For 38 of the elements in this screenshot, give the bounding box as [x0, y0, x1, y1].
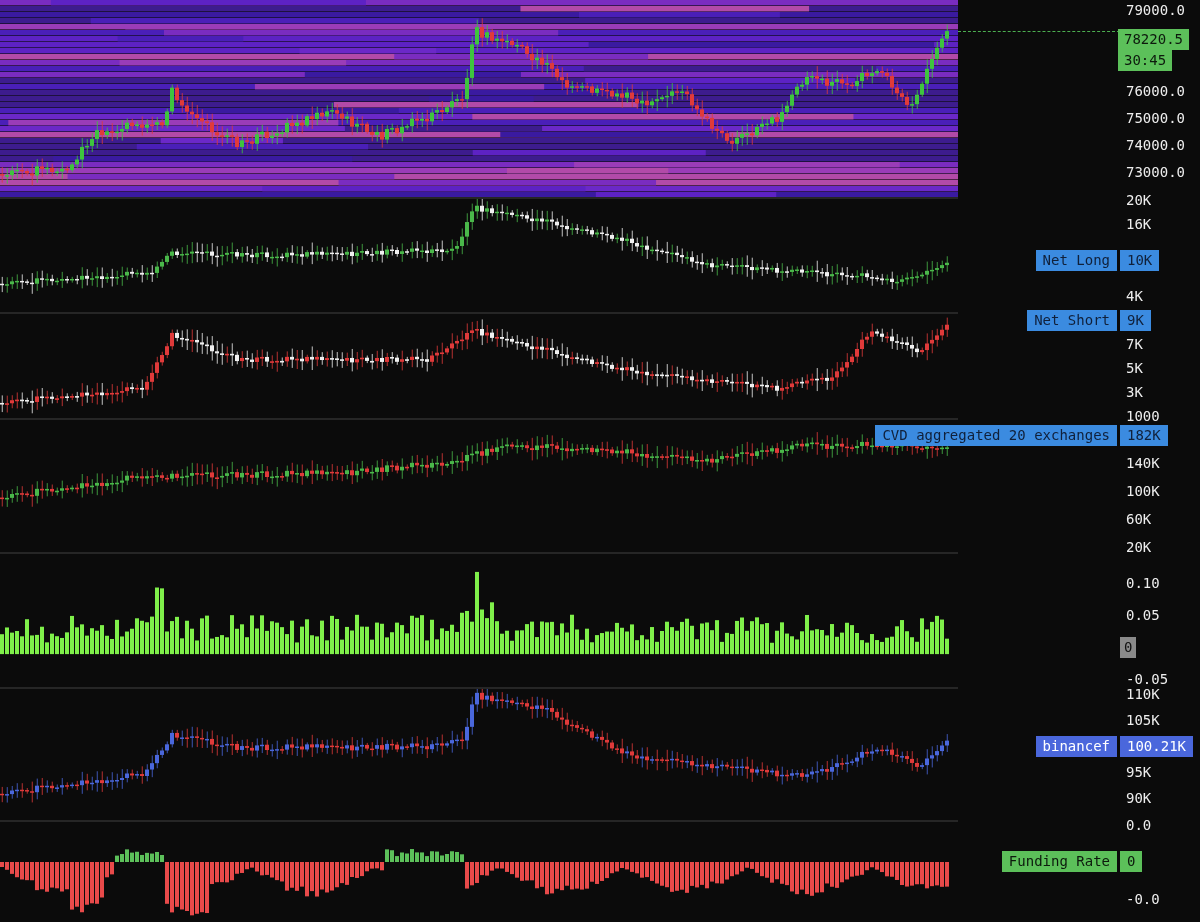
axis-label: 4K — [1126, 288, 1143, 304]
axis-label: 5K — [1126, 360, 1143, 376]
value-label: 9K — [1120, 309, 1151, 331]
series-label: CVD aggregated 20 exchanges — [875, 424, 1117, 446]
axis-label: 100K — [1126, 483, 1160, 499]
axis-label: 140K — [1126, 455, 1160, 471]
axis-label: 0.10 — [1126, 575, 1160, 591]
series-label: binancef — [1035, 735, 1117, 757]
axis-label: 75000.0 — [1126, 109, 1185, 126]
value-label: 10K — [1120, 249, 1160, 271]
series-label: Funding Rate — [1001, 851, 1117, 872]
axis-label: 1000 — [1126, 408, 1160, 424]
axis-label: 95K — [1126, 764, 1152, 780]
axis-label: 90K — [1126, 790, 1152, 806]
value-label: 100.21K — [1120, 735, 1193, 757]
value-label: 0 — [1120, 636, 1137, 658]
axis-label: 16K — [1126, 216, 1152, 232]
axis-label: 74000.0 — [1126, 136, 1185, 153]
countdown-label: 30:45 — [1118, 50, 1173, 71]
axis-label: -0.05 — [1126, 671, 1169, 687]
value-label: 182K — [1120, 424, 1168, 446]
axis-label: 3K — [1126, 384, 1143, 400]
axis-label: 20K — [1126, 192, 1152, 208]
price-label: 78220.5 — [1118, 29, 1189, 50]
axis-label: 105K — [1126, 712, 1160, 728]
axis-label: 76000.0 — [1126, 82, 1185, 99]
axis-label: 73000.0 — [1126, 163, 1185, 180]
series-label: Net Long — [1035, 249, 1117, 271]
axis-label: 20K — [1126, 539, 1152, 555]
axis-label: 110K — [1126, 686, 1160, 702]
axis-label: 79000.0 — [1126, 1, 1185, 18]
axis-label: 7K — [1126, 336, 1143, 352]
axis-label: 60K — [1126, 511, 1152, 527]
axis-label: 0.0 — [1126, 816, 1152, 833]
series-label: Net Short — [1027, 309, 1117, 331]
axis-label: 0.05 — [1126, 607, 1160, 623]
axis-label: -0.0 — [1126, 890, 1160, 907]
value-label: 0 — [1120, 851, 1143, 872]
